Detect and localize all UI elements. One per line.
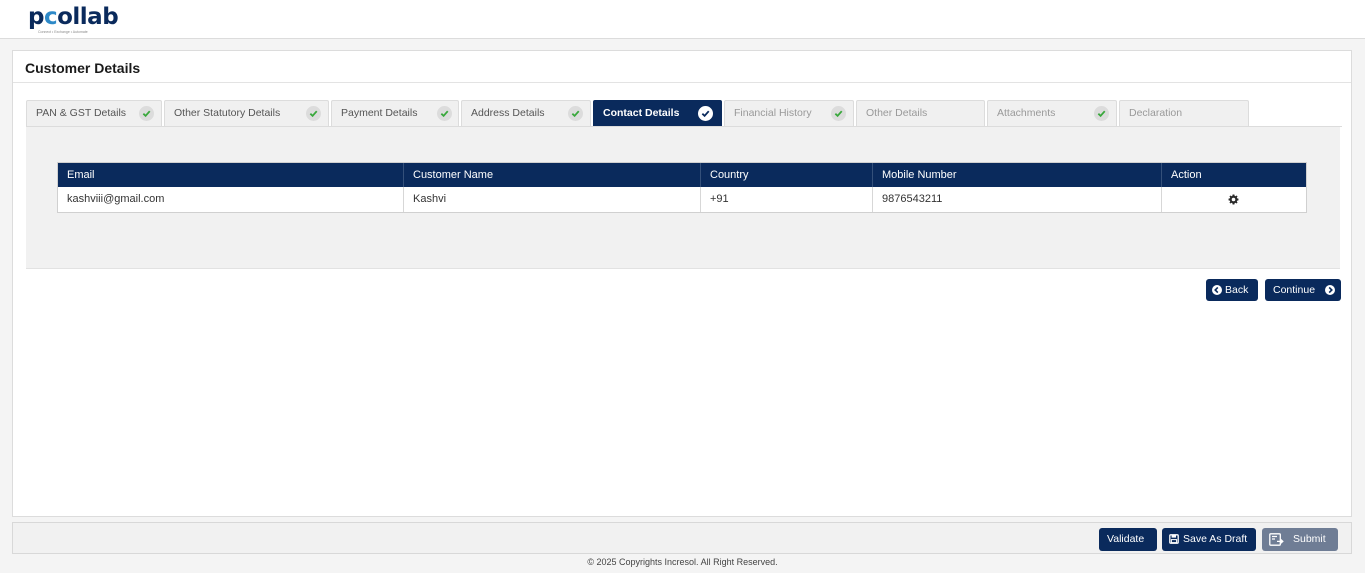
cell-mobile-number: 9876543211 — [873, 187, 1162, 212]
title-divider — [13, 82, 1351, 83]
page-title: Customer Details — [25, 60, 141, 76]
validate-button[interactable]: Validate — [1099, 528, 1157, 551]
tab-financial-history[interactable]: Financial History — [724, 100, 854, 126]
tab-declaration[interactable]: Declaration — [1119, 100, 1249, 126]
logo-tagline: Connect • Exchange • Automate — [38, 30, 88, 34]
cell-customer-name: Kashvi — [404, 187, 701, 212]
save-as-draft-button[interactable]: Save As Draft — [1162, 528, 1256, 551]
continue-button[interactable]: Continue — [1265, 279, 1341, 301]
tab-pan-gst-details[interactable]: PAN & GST Details — [26, 100, 162, 126]
copyright-text: © 2025 Copyrights Incresol. All Right Re… — [587, 557, 778, 567]
check-icon — [306, 106, 321, 121]
header-mobile-number[interactable]: Mobile Number — [873, 163, 1162, 187]
brand-logo[interactable]: pcollab Connect • Exchange • Automate — [28, 4, 119, 35]
cell-action — [1162, 187, 1308, 212]
submit-icon — [1269, 533, 1284, 546]
check-icon — [698, 106, 713, 121]
tab-payment-details[interactable]: Payment Details — [331, 100, 459, 126]
arrow-right-circle-icon — [1325, 285, 1335, 295]
contacts-table: Email Customer Name Country Mobile Numbe… — [57, 162, 1307, 213]
logo-wordmark: pcollab — [28, 4, 119, 30]
step-tabs: PAN & GST Details Other Statutory Detail… — [26, 100, 1336, 126]
submit-button[interactable]: Submit — [1262, 528, 1338, 551]
check-icon — [139, 106, 154, 121]
table-row: kashviii@gmail.com Kashvi +91 9876543211 — [58, 187, 1306, 212]
check-icon — [831, 106, 846, 121]
check-icon — [1094, 106, 1109, 121]
cell-country: +91 — [701, 187, 873, 212]
tab-other-details[interactable]: Other Details — [856, 100, 985, 126]
tab-contact-details[interactable]: Contact Details — [593, 100, 722, 126]
cell-email: kashviii@gmail.com — [58, 187, 404, 212]
back-button[interactable]: Back — [1206, 279, 1258, 301]
gear-icon[interactable] — [1228, 194, 1239, 205]
customer-details-panel: Customer Details PAN & GST Details Other… — [12, 50, 1352, 517]
check-icon — [568, 106, 583, 121]
header-customer-name[interactable]: Customer Name — [404, 163, 701, 187]
check-icon — [437, 106, 452, 121]
table-header: Email Customer Name Country Mobile Numbe… — [58, 163, 1306, 187]
header-country[interactable]: Country — [701, 163, 873, 187]
save-icon — [1169, 534, 1179, 544]
tab-address-details[interactable]: Address Details — [461, 100, 591, 126]
top-header: pcollab Connect • Exchange • Automate — [0, 0, 1365, 39]
arrow-left-circle-icon — [1212, 285, 1222, 295]
header-action: Action — [1171, 169, 1202, 181]
tab-other-statutory-details[interactable]: Other Statutory Details — [164, 100, 329, 126]
header-email[interactable]: Email — [58, 163, 404, 187]
tab-attachments[interactable]: Attachments — [987, 100, 1117, 126]
action-footer: Validate Save As Draft Submit — [12, 522, 1352, 554]
